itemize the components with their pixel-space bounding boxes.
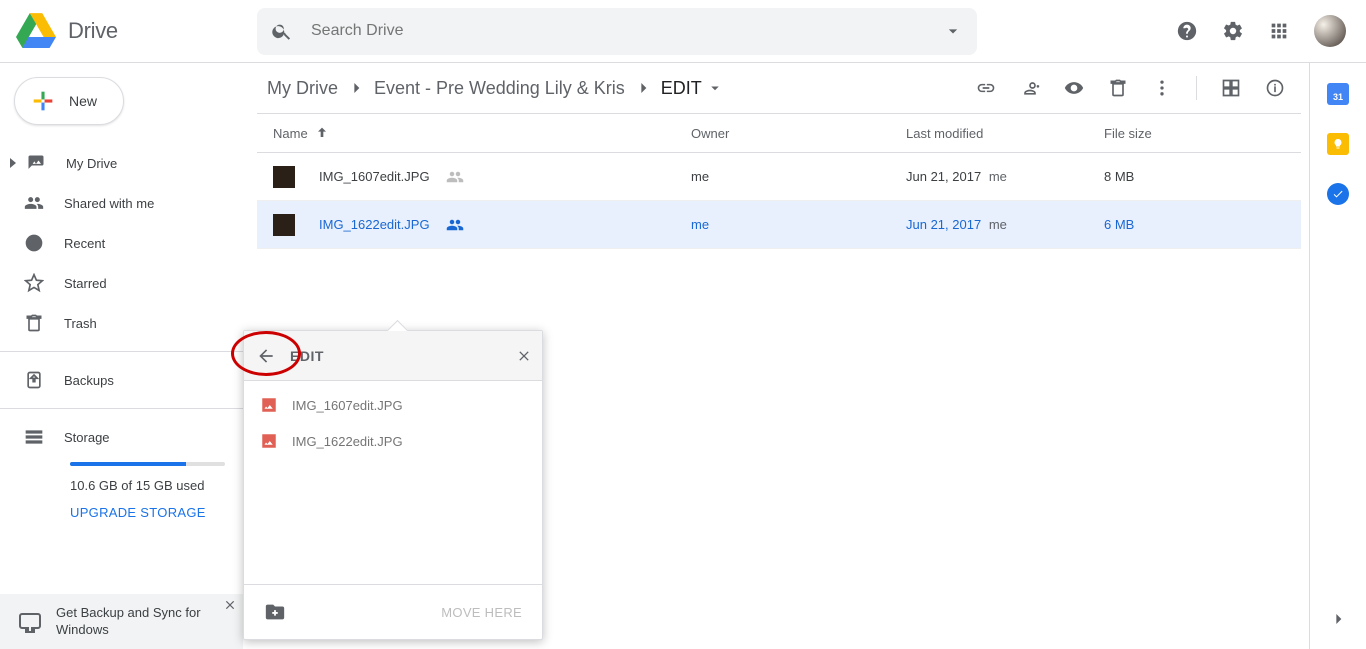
move-popover: EDIT IMG_1607edit.JPG IMG_1622edit.JPG M… [243, 330, 543, 640]
recent-icon [24, 233, 44, 253]
file-owner: me [691, 217, 906, 232]
sidebar-item-label: Backups [64, 373, 114, 388]
sidebar-item-label: Shared with me [64, 196, 154, 211]
popover-item[interactable]: IMG_1622edit.JPG [244, 423, 542, 459]
upgrade-storage-link[interactable]: UPGRADE STORAGE [70, 505, 243, 520]
table-header: Name Owner Last modified File size [257, 113, 1301, 153]
shared-indicator-icon [446, 168, 464, 186]
help-icon[interactable] [1176, 20, 1198, 42]
drive-logo[interactable]: Drive [12, 11, 257, 51]
account-avatar[interactable] [1314, 15, 1346, 47]
close-icon[interactable] [516, 348, 532, 364]
file-owner: me [691, 169, 906, 184]
chevron-down-icon[interactable] [706, 79, 724, 97]
file-name: IMG_1607edit.JPG [319, 169, 430, 184]
toolbar-separator [1196, 76, 1197, 100]
link-icon[interactable] [976, 78, 996, 98]
promo-banner[interactable]: Get Backup and Sync for Windows [0, 594, 243, 649]
file-row[interactable]: IMG_1622edit.JPG me Jun 21, 2017 me 6 MB [257, 201, 1301, 249]
toolbar: My Drive Event - Pre Wedding Lily & Kris… [243, 63, 1309, 113]
promo-text: Get Backup and Sync for Windows [56, 605, 206, 639]
back-arrow-icon[interactable] [256, 346, 276, 366]
grid-view-icon[interactable] [1221, 78, 1241, 98]
popover-item-name: IMG_1607edit.JPG [292, 398, 403, 413]
new-button[interactable]: New [14, 77, 124, 125]
shared-icon [24, 193, 44, 213]
column-name[interactable]: Name [273, 125, 691, 141]
file-name: IMG_1622edit.JPG [319, 217, 430, 232]
move-here-button[interactable]: MOVE HERE [441, 605, 522, 620]
new-plus-icon [29, 87, 57, 115]
chevron-right-icon [633, 78, 653, 98]
sidebar-item-recent[interactable]: Recent [0, 223, 243, 263]
popover-item-name: IMG_1622edit.JPG [292, 434, 403, 449]
breadcrumb-parent[interactable]: Event - Pre Wedding Lily & Kris [374, 78, 625, 99]
image-icon [260, 432, 278, 450]
search-icon [271, 20, 293, 42]
sidebar-item-label: Starred [64, 276, 107, 291]
starred-icon [24, 273, 44, 293]
more-icon[interactable] [1152, 78, 1172, 98]
file-size: 6 MB [1104, 217, 1285, 232]
storage-icon [24, 427, 44, 447]
trash-icon [24, 313, 44, 333]
file-thumb [273, 166, 295, 188]
sidebar-item-my-drive[interactable]: My Drive [0, 143, 243, 183]
app-name: Drive [68, 18, 118, 44]
apps-icon[interactable] [1268, 20, 1290, 42]
desktop-icon [18, 610, 42, 634]
storage-bar [70, 462, 225, 466]
search-options-icon[interactable] [943, 21, 963, 41]
details-icon[interactable] [1265, 78, 1285, 98]
sidebar-item-storage[interactable]: Storage [0, 417, 243, 457]
storage-label: Storage [64, 430, 110, 445]
file-modified: Jun 21, 2017 me [906, 217, 1104, 232]
image-icon [260, 396, 278, 414]
file-size: 8 MB [1104, 169, 1285, 184]
keep-addon-icon[interactable] [1327, 133, 1349, 155]
search-bar[interactable] [257, 8, 977, 55]
delete-icon[interactable] [1108, 78, 1128, 98]
breadcrumb: My Drive Event - Pre Wedding Lily & Kris… [267, 78, 724, 99]
breadcrumb-current[interactable]: EDIT [661, 78, 702, 99]
settings-icon[interactable] [1222, 20, 1244, 42]
popover-item[interactable]: IMG_1607edit.JPG [244, 387, 542, 423]
column-size[interactable]: File size [1104, 126, 1285, 141]
breadcrumb-root[interactable]: My Drive [267, 78, 338, 99]
column-owner[interactable]: Owner [691, 126, 906, 141]
file-thumb [273, 214, 295, 236]
new-folder-icon[interactable] [264, 601, 286, 623]
new-button-label: New [69, 93, 97, 109]
sidebar-item-label: Trash [64, 316, 97, 331]
backups-icon [24, 370, 44, 390]
chevron-right-icon [346, 78, 366, 98]
popover-title: EDIT [290, 348, 324, 364]
sidebar-item-shared[interactable]: Shared with me [0, 183, 243, 223]
drive-logo-icon [16, 11, 56, 51]
sidebar-item-backups[interactable]: Backups [0, 360, 243, 400]
preview-icon[interactable] [1064, 78, 1084, 98]
expand-icon[interactable] [8, 156, 18, 171]
shared-indicator-icon [446, 216, 464, 234]
column-modified[interactable]: Last modified [906, 126, 1104, 141]
sidebar-item-starred[interactable]: Starred [0, 263, 243, 303]
storage-text: 10.6 GB of 15 GB used [70, 478, 243, 493]
share-icon[interactable] [1020, 78, 1040, 98]
my-drive-icon [26, 153, 46, 173]
promo-close-icon[interactable] [223, 598, 237, 612]
tasks-addon-icon[interactable] [1327, 183, 1349, 205]
sidebar-item-label: My Drive [66, 156, 117, 171]
file-modified: Jun 21, 2017 me [906, 169, 1104, 184]
sidebar-item-label: Recent [64, 236, 105, 251]
sidebar-item-trash[interactable]: Trash [0, 303, 243, 343]
calendar-addon-icon[interactable]: 31 [1327, 83, 1349, 105]
chevron-right-icon[interactable] [1328, 609, 1348, 629]
sort-arrow-up-icon [314, 125, 330, 141]
file-row[interactable]: IMG_1607edit.JPG me Jun 21, 2017 me 8 MB [257, 153, 1301, 201]
search-input[interactable] [311, 22, 943, 40]
